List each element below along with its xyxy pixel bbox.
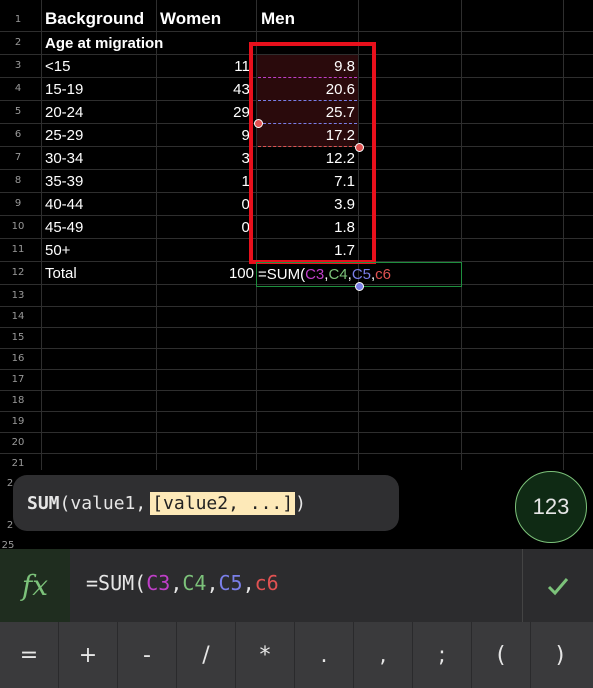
cell-a4[interactable]: 15-19	[45, 81, 83, 98]
function-help-tooltip[interactable]: SUM(value1, [value2, ...])	[13, 475, 399, 531]
row-number[interactable]: 7	[0, 152, 36, 163]
key-plus[interactable]: +	[59, 622, 117, 688]
row-number[interactable]: 9	[0, 198, 36, 209]
row-number[interactable]: 19	[0, 416, 36, 427]
row-number[interactable]: 17	[0, 374, 36, 385]
tooltip-arg2-highlight: [value2, ...]	[150, 491, 296, 515]
cell-a3[interactable]: <15	[45, 58, 70, 75]
cell-a7[interactable]: 30-34	[45, 150, 83, 167]
row-number[interactable]: 11	[0, 244, 36, 255]
key-period[interactable]: .	[295, 622, 353, 688]
cell-a12[interactable]: Total	[45, 265, 77, 282]
grid-line	[156, 0, 157, 470]
cell-a6[interactable]: 25-29	[45, 127, 83, 144]
row-number[interactable]: 4	[0, 83, 36, 94]
row-number[interactable]: 1	[0, 14, 36, 25]
key-equals[interactable]: =	[0, 622, 58, 688]
row-number[interactable]: 20	[0, 437, 36, 448]
key-close-paren[interactable]: )	[531, 622, 589, 688]
fx-button[interactable]: fx	[0, 549, 70, 622]
confirm-button[interactable]	[523, 549, 593, 622]
function-name: SUM	[27, 492, 60, 514]
range-handle[interactable]	[355, 282, 364, 291]
cell-a9[interactable]: 40-44	[45, 196, 83, 213]
cell-a11[interactable]: 50+	[45, 242, 70, 259]
cell-a10[interactable]: 45-49	[45, 219, 83, 236]
number-keyboard-toggle-button[interactable]: 123	[515, 471, 587, 543]
grid-line	[461, 0, 462, 470]
row-number[interactable]: 16	[0, 353, 36, 364]
row-number[interactable]: 6	[0, 129, 36, 140]
active-cell-formula[interactable]: =SUM(C3,C4,C5,c6	[258, 266, 391, 283]
key-asterisk[interactable]: *	[236, 622, 294, 688]
row-number[interactable]: 2	[0, 37, 36, 48]
formula-input[interactable]: =SUM(C3,C4,C5,c6	[86, 571, 279, 595]
row-number[interactable]: 13	[0, 290, 36, 301]
grid-line	[41, 0, 42, 470]
row-number[interactable]: 8	[0, 175, 36, 186]
annotation-highlight-box	[249, 42, 376, 264]
key-open-paren[interactable]: (	[472, 622, 530, 688]
header-cell-men[interactable]: Men	[261, 9, 295, 29]
key-minus[interactable]: -	[118, 622, 176, 688]
key-slash[interactable]: /	[177, 622, 235, 688]
row-number[interactable]: 10	[0, 221, 36, 232]
cell-a5[interactable]: 20-24	[45, 104, 83, 121]
row-number[interactable]: 14	[0, 311, 36, 322]
key-comma[interactable]: ,	[354, 622, 412, 688]
row-number[interactable]: 3	[0, 60, 36, 71]
row-number[interactable]: 15	[0, 332, 36, 343]
grid-line	[563, 0, 564, 470]
cell-a8[interactable]: 35-39	[45, 173, 83, 190]
cell-a2[interactable]: Age at migration	[45, 35, 163, 52]
row-number[interactable]: 12	[0, 267, 36, 278]
header-cell-women[interactable]: Women	[160, 9, 221, 29]
check-icon	[547, 577, 569, 595]
row-number[interactable]: 5	[0, 106, 36, 117]
cell-b12[interactable]: 100	[229, 265, 254, 282]
key-semicolon[interactable]: ;	[413, 622, 471, 688]
tooltip-arg1: value1,	[70, 492, 147, 514]
row-number[interactable]: 18	[0, 395, 36, 406]
row-number[interactable]: 21	[0, 458, 36, 469]
header-cell-background[interactable]: Background	[45, 9, 144, 29]
